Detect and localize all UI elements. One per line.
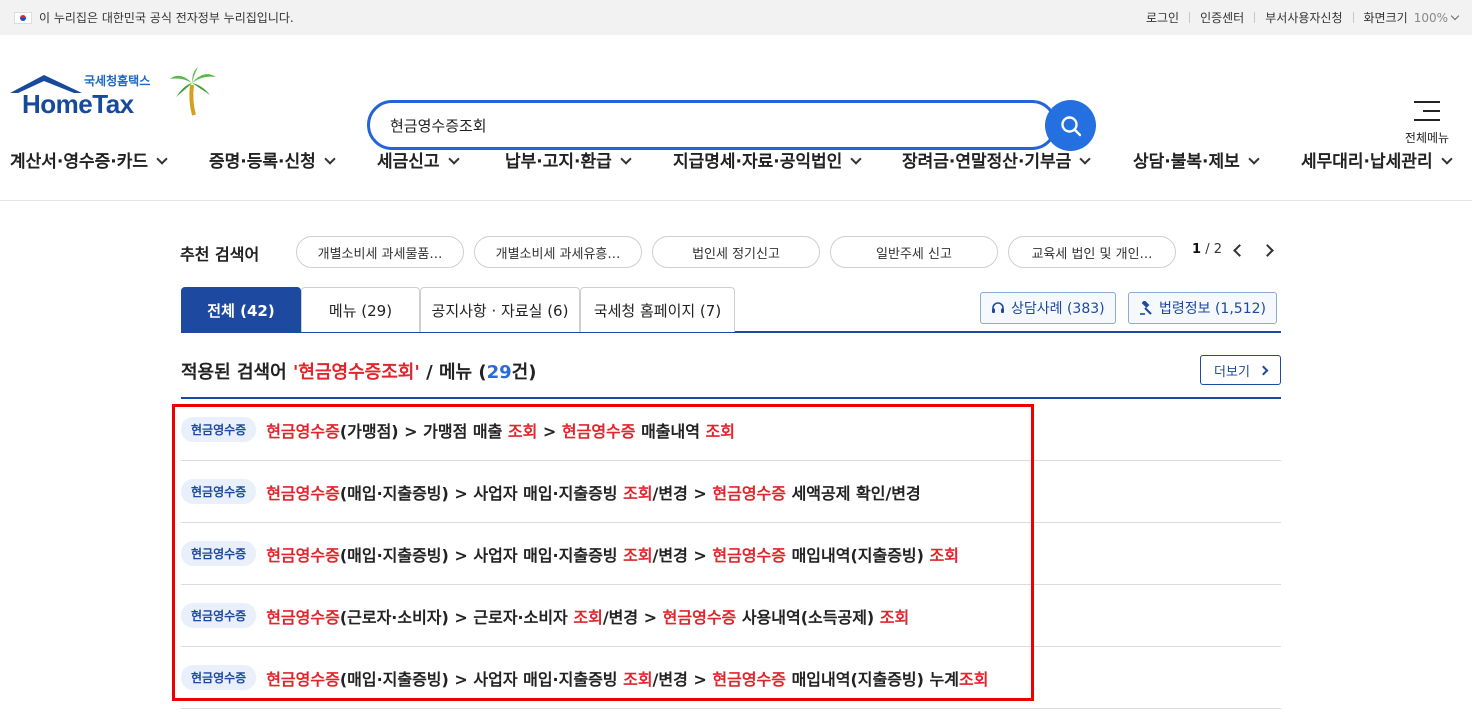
search-input-value[interactable]: 현금영수증조회: [390, 115, 487, 136]
recommended-search: 추천 검색어 개별소비세 과세물품… 개별소비세 과세유흥… 법인세 정기신고 …: [180, 236, 1290, 268]
result-tabs: 전체 (42) 메뉴 (29) 공지사항 · 자료실 (6) 국세청 홈페이지 …: [181, 287, 1281, 333]
site-header: 국세청홈택스 HomeTax 현금영수증조회 전체메뉴: [0, 35, 1472, 151]
logo-subtitle: 국세청홈택스: [84, 74, 151, 88]
all-menu-button[interactable]: 전체메뉴: [1400, 101, 1454, 146]
result-row[interactable]: 현금영수증 현금영수증(근로자·소비자) > 근로자·소비자 조회/변경 > 현금…: [181, 585, 1281, 647]
category-badge: 현금영수증: [181, 541, 257, 566]
category-badge: 현금영수증: [181, 417, 257, 442]
utility-links: 로그인 인증센터 부서사용자신청 화면크기 100%: [1146, 9, 1460, 26]
tab-menu[interactable]: 메뉴 (29): [301, 287, 420, 332]
dept-user-apply-link[interactable]: 부서사용자신청: [1265, 9, 1342, 26]
result-link[interactable]: 현금영수증(매입·지출증빙) > 사업자 매입·지출증빙 조회/변경 > 현금영…: [266, 666, 988, 690]
tab-nts-homepage[interactable]: 국세청 홈페이지 (7): [580, 287, 735, 332]
chevron-down-icon: [1079, 153, 1091, 165]
zoom-label[interactable]: 화면크기: [1364, 9, 1408, 26]
recommended-chip[interactable]: 개별소비세 과세유흥…: [474, 236, 642, 268]
category-badge: 현금영수증: [181, 603, 257, 628]
search-icon: [1060, 115, 1081, 136]
recommended-chip[interactable]: 법인세 정기신고: [652, 236, 820, 268]
consult-cases-button[interactable]: 상담사례 (383): [980, 292, 1116, 324]
hometax-logo[interactable]: 국세청홈택스 HomeTax: [10, 67, 220, 123]
palm-tree-icon: [170, 67, 216, 116]
gnb-item-invoice[interactable]: 계산서·영수증·카드: [10, 147, 168, 172]
applied-term: '현금영수증조회': [292, 362, 420, 383]
login-link[interactable]: 로그인: [1146, 9, 1179, 26]
result-link[interactable]: 현금영수증(가맹점) > 가맹점 매출 조회 > 현금영수증 매출내역 조회: [266, 418, 735, 442]
recommended-chip[interactable]: 일반주세 신고: [830, 236, 998, 268]
global-nav: 계산서·영수증·카드 증명·등록·신청 세금신고 납부·고지·환급 지급명세·자…: [0, 147, 1472, 172]
gov-notice-text: 이 누리집은 대한민국 공식 전자정부 누리집입니다.: [39, 11, 294, 25]
tab-notice[interactable]: 공지사항 · 자료실 (6): [420, 287, 580, 332]
headset-icon: [992, 302, 1004, 313]
gnb-item-statements[interactable]: 지급명세·자료·공익법인: [673, 147, 862, 172]
chevron-down-icon: [850, 153, 862, 165]
recommended-label: 추천 검색어: [180, 245, 260, 264]
menu-results-list: 현금영수증 현금영수증(가맹점) > 가맹점 매출 조회 > 현금영수증 매출내역…: [181, 399, 1281, 709]
result-row[interactable]: 현금영수증 현금영수증(가맹점) > 가맹점 매출 조회 > 현금영수증 매출내역…: [181, 399, 1281, 461]
recommended-chip[interactable]: 개별소비세 과세물품…: [296, 236, 464, 268]
gavel-icon: [1140, 301, 1152, 315]
result-row[interactable]: 현금영수증 현금영수증(매입·지출증빙) > 사업자 매입·지출증빙 조회/변경 …: [181, 647, 1281, 709]
chevron-down-icon[interactable]: [1450, 11, 1460, 20]
chevron-down-icon: [156, 153, 168, 165]
result-link[interactable]: 현금영수증(근로자·소비자) > 근로자·소비자 조회/변경 > 현금영수증 사…: [266, 604, 909, 628]
result-link[interactable]: 현금영수증(매입·지출증빙) > 사업자 매입·지출증빙 조회/변경 > 현금영…: [266, 480, 921, 504]
search-input[interactable]: 현금영수증조회: [367, 100, 1057, 150]
recommended-pager: 1 / 2: [1192, 242, 1222, 257]
gnb-item-tax-report[interactable]: 세금신고: [377, 147, 460, 172]
chevron-right-icon: [1258, 365, 1269, 375]
category-badge: 현금영수증: [181, 479, 257, 504]
gnb-item-tax-agent[interactable]: 세무대리·납세관리: [1301, 147, 1453, 172]
nav-divider: [0, 200, 1472, 201]
more-button[interactable]: 더보기: [1200, 355, 1281, 385]
tab-all[interactable]: 전체 (42): [181, 287, 301, 332]
all-menu-label: 전체메뉴: [1404, 131, 1450, 145]
result-count: 29: [486, 362, 512, 383]
recommended-chip[interactable]: 교육세 법인 및 개인…: [1008, 236, 1176, 268]
hamburger-icon: [1414, 101, 1440, 121]
category-badge: 현금영수증: [181, 665, 257, 690]
chevron-down-icon: [1440, 153, 1453, 165]
result-row[interactable]: 현금영수증 현금영수증(매입·지출증빙) > 사업자 매입·지출증빙 조회/변경 …: [181, 523, 1281, 585]
gnb-item-incentive[interactable]: 장려금·연말정산·기부금: [902, 147, 1091, 172]
search-button[interactable]: [1045, 100, 1096, 151]
chevron-down-icon: [324, 153, 336, 165]
gnb-item-consult[interactable]: 상담·불복·제보: [1133, 147, 1260, 172]
gnb-item-payment[interactable]: 납부·고지·환급: [505, 147, 632, 172]
korea-flag-icon: [14, 11, 32, 24]
result-row[interactable]: 현금영수증 현금영수증(매입·지출증빙) > 사업자 매입·지출증빙 조회/변경 …: [181, 461, 1281, 523]
logo-title: HomeTax: [22, 89, 134, 119]
next-arrow-icon[interactable]: [1261, 244, 1274, 257]
chevron-down-icon: [1248, 153, 1260, 165]
chevron-down-icon: [620, 153, 632, 165]
prev-arrow-icon[interactable]: [1233, 244, 1246, 257]
applied-search-title: 적용된 검색어 '현금영수증조회' / 메뉴 (29건): [181, 362, 537, 383]
gnb-item-certificate[interactable]: 증명·등록·신청: [209, 147, 336, 172]
gov-notice-bar: 이 누리집은 대한민국 공식 전자정부 누리집입니다. 로그인 인증센터 부서사…: [0, 0, 1472, 35]
cert-center-link[interactable]: 인증센터: [1200, 9, 1244, 26]
zoom-value[interactable]: 100%: [1414, 11, 1448, 25]
law-info-button[interactable]: 법령정보 (1,512): [1128, 292, 1277, 324]
chevron-down-icon: [447, 153, 460, 165]
result-link[interactable]: 현금영수증(매입·지출증빙) > 사업자 매입·지출증빙 조회/변경 > 현금영…: [266, 542, 959, 566]
